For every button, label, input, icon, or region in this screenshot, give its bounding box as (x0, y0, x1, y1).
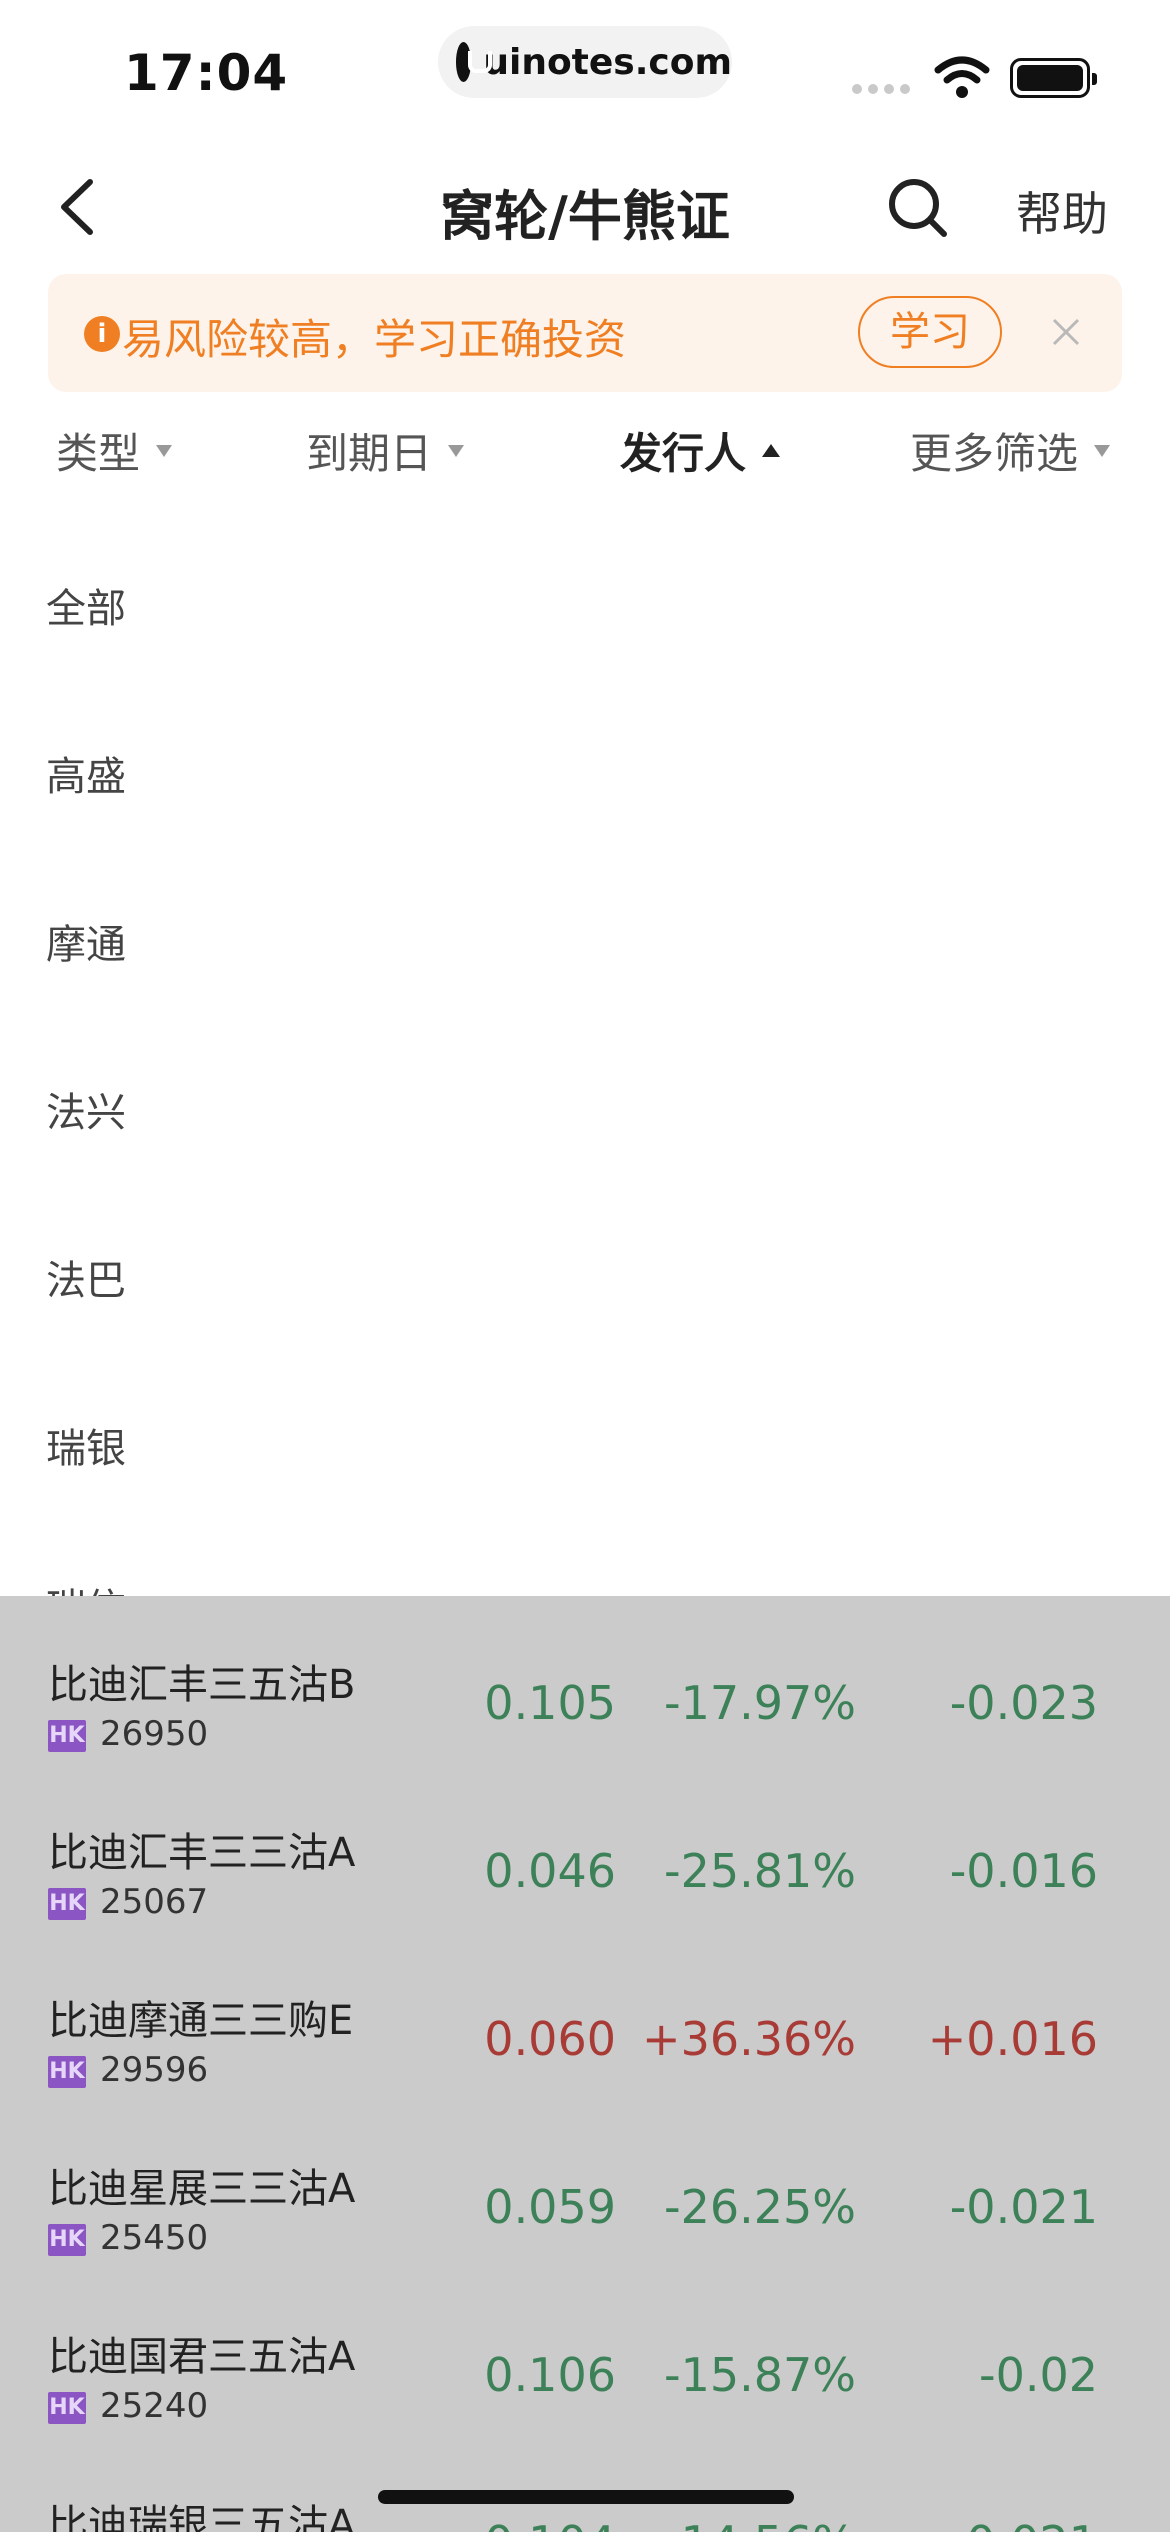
warrant-code: 25067 (100, 1882, 209, 1922)
site-logo-icon (456, 42, 493, 82)
issuer-option[interactable]: 摩通 (46, 912, 126, 970)
issuer-option[interactable]: 法巴 (46, 1248, 126, 1306)
home-indicator (378, 2490, 794, 2504)
issuer-option[interactable]: 高盛 (46, 744, 126, 802)
filter-expiry-label: 到期日 (306, 429, 433, 478)
table-row[interactable]: 比迪星展三三沽A HK 25450 0.059 -26.25% -0.021 (0, 2100, 1170, 2268)
url-pill[interactable]: uinotes.com (438, 26, 732, 98)
info-icon: i (84, 316, 120, 352)
change-percent: -14.56% (664, 2516, 856, 2532)
warrant-name: 比迪汇丰三五沽B (48, 1662, 356, 1708)
table-row[interactable]: 比迪国君三五沽A HK 25240 0.106 -15.87% -0.02 (0, 2268, 1170, 2436)
warrant-name: 比迪星展三三沽A (48, 2166, 356, 2212)
banner-text: 易风险较高，学习正确投资 (122, 315, 627, 364)
change-percent: -15.87% (664, 2348, 856, 2402)
warrant-code: 29596 (100, 2050, 209, 2090)
price-value: 0.105 (484, 1676, 616, 1730)
caret-down-icon (448, 444, 465, 457)
table-row[interactable]: 比迪摩通三三购E HK 29596 0.060 +36.36% +0.016 (0, 1932, 1170, 2100)
warrant-name: 比迪摩通三三购E (48, 1998, 354, 2044)
signal-icon (852, 84, 910, 94)
change-percent: +36.36% (642, 2012, 856, 2066)
warrants-page: 17:04 uinotes.com 窝轮/牛熊证 帮助 i 易风险较高，学习正确… (0, 0, 1170, 2532)
change-percent: -25.81% (664, 1844, 856, 1898)
help-button[interactable]: 帮助 (1016, 178, 1108, 244)
wifi-icon (934, 56, 990, 98)
caret-up-icon (762, 444, 781, 457)
issuer-option[interactable]: 全部 (46, 576, 126, 634)
market-badge: HK (48, 2224, 86, 2256)
market-badge: HK (48, 1720, 86, 1752)
dim-overlay[interactable]: 比迪汇丰三五沽B HK 26950 0.105 -17.97% -0.023 比… (0, 1596, 1170, 2532)
market-badge: HK (48, 2056, 86, 2088)
warrant-code: 25240 (100, 2386, 209, 2426)
filter-type-label: 类型 (56, 429, 141, 478)
change-value: -0.016 (949, 1844, 1098, 1898)
status-time: 17:04 (124, 44, 289, 102)
price-value: 0.106 (484, 2348, 616, 2402)
close-icon[interactable] (1048, 314, 1084, 350)
search-icon[interactable] (886, 176, 950, 240)
filter-issuer[interactable]: 发行人 (620, 420, 781, 481)
filter-more[interactable]: 更多筛选 (910, 420, 1111, 481)
learn-button[interactable]: 学习 (858, 296, 1002, 368)
nav-bar: 窝轮/牛熊证 帮助 (0, 150, 1170, 260)
status-bar: 17:04 uinotes.com (0, 0, 1170, 140)
filter-more-label: 更多筛选 (910, 429, 1079, 478)
table-row[interactable]: 比迪瑞银三五沽A HK 0.104 -14.56% -0.021 (0, 2436, 1170, 2532)
change-value: -0.023 (949, 1676, 1098, 1730)
warrant-name: 比迪汇丰三三沽A (48, 1830, 356, 1876)
filter-expiry[interactable]: 到期日 (306, 420, 465, 481)
market-badge: HK (48, 1888, 86, 1920)
change-value: +0.016 (927, 2012, 1098, 2066)
caret-down-icon (156, 444, 173, 457)
risk-banner: i 易风险较高，学习正确投资 学习 (48, 274, 1122, 392)
price-value: 0.104 (484, 2516, 616, 2532)
price-value: 0.059 (484, 2180, 616, 2234)
url-text: uinotes.com (483, 41, 732, 83)
warrant-name: 比迪瑞银三五沽A (48, 2502, 356, 2532)
issuer-option[interactable]: 法兴 (46, 1080, 126, 1138)
issuer-option[interactable]: 瑞银 (46, 1416, 126, 1474)
table-row[interactable]: 比迪汇丰三三沽A HK 25067 0.046 -25.81% -0.016 (0, 1764, 1170, 1932)
caret-down-icon (1094, 444, 1111, 457)
table-row[interactable]: 比迪汇丰三五沽B HK 26950 0.105 -17.97% -0.023 (0, 1596, 1170, 1764)
change-value: -0.021 (950, 2516, 1098, 2532)
change-percent: -26.25% (664, 2180, 856, 2234)
warrant-code: 26950 (100, 1714, 209, 1754)
change-value: -0.02 (978, 2348, 1098, 2402)
price-value: 0.060 (484, 2012, 616, 2066)
filter-bar: 类型 到期日 发行人 更多筛选 (0, 420, 1170, 490)
market-badge: HK (48, 2392, 86, 2424)
page-title: 窝轮/牛熊证 (440, 185, 730, 248)
price-value: 0.046 (484, 1844, 616, 1898)
filter-type[interactable]: 类型 (56, 420, 173, 481)
filter-issuer-label: 发行人 (620, 429, 747, 478)
issuer-option[interactable]: 瑞信 (46, 1576, 126, 1596)
warrant-code: 25450 (100, 2218, 209, 2258)
change-percent: -17.97% (664, 1676, 856, 1730)
issuer-dropdown: 全部 高盛 摩通 法兴 法巴 瑞银 瑞信 (0, 516, 1170, 1596)
warrant-name: 比迪国君三五沽A (48, 2334, 356, 2380)
battery-icon (1010, 58, 1097, 98)
change-value: -0.021 (949, 2180, 1098, 2234)
